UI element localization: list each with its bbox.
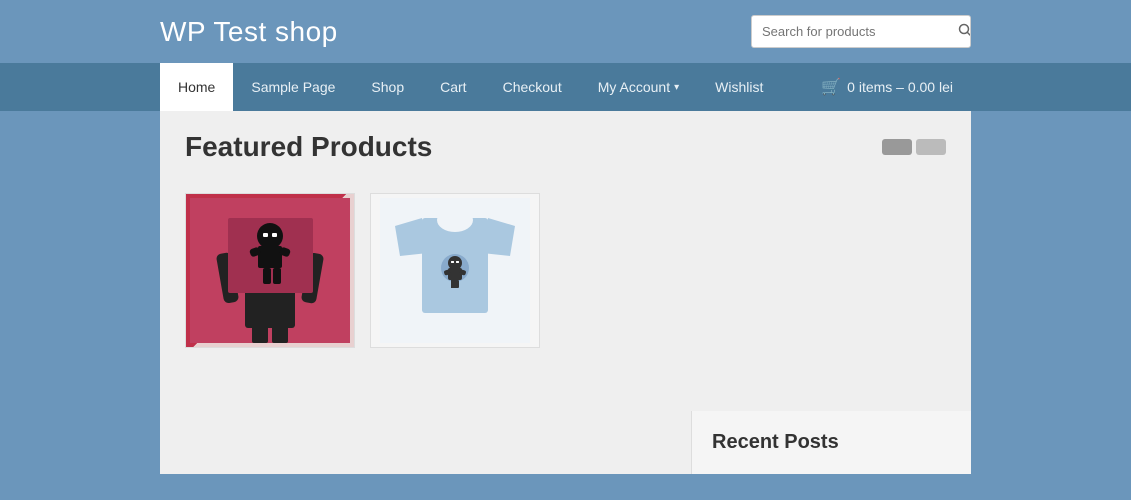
product-card-1[interactable] [185,193,355,348]
content-area [160,411,691,474]
nav-item-shop[interactable]: Shop [353,63,422,111]
cart-icon: 🛒 [821,77,841,97]
main-wrapper: Featured Products [160,111,971,411]
tshirt-art [380,198,530,343]
ninja-poster-art [190,198,350,343]
navigation: Home Sample Page Shop Cart Checkout My A… [0,63,1131,111]
product-image-2 [371,194,539,347]
search-bar[interactable] [751,15,971,48]
products-grid [185,193,946,348]
nav-cart[interactable]: 🛒 0 items – 0.00 lei [803,63,971,111]
nav-item-my-account[interactable]: My Account ▾ [580,63,697,111]
nav-item-cart[interactable]: Cart [422,63,484,111]
featured-header: Featured Products [185,131,946,173]
sidebar: Recent Posts [691,411,971,474]
product-image-1 [186,194,354,347]
nav-item-sample-page[interactable]: Sample Page [233,63,353,111]
nav-item-home[interactable]: Home [160,63,233,111]
slider-next-button[interactable] [916,139,946,155]
featured-title: Featured Products [185,131,432,163]
product-card-2[interactable] [370,193,540,348]
slider-control[interactable] [882,139,946,155]
chevron-down-icon: ▾ [674,82,679,93]
search-button[interactable] [948,17,971,46]
cart-summary: 0 items – 0.00 lei [847,79,953,95]
header: WP Test shop [0,0,1131,63]
nav-item-checkout[interactable]: Checkout [485,63,580,111]
main-content: Featured Products [160,111,971,411]
search-icon [958,23,971,37]
sidebar-title: Recent Posts [712,431,951,454]
bottom-section: Recent Posts [160,411,971,474]
search-input[interactable] [752,16,948,47]
site-title: WP Test shop [160,16,338,48]
slider-prev-button[interactable] [882,139,912,155]
nav-item-wishlist[interactable]: Wishlist [697,63,781,111]
